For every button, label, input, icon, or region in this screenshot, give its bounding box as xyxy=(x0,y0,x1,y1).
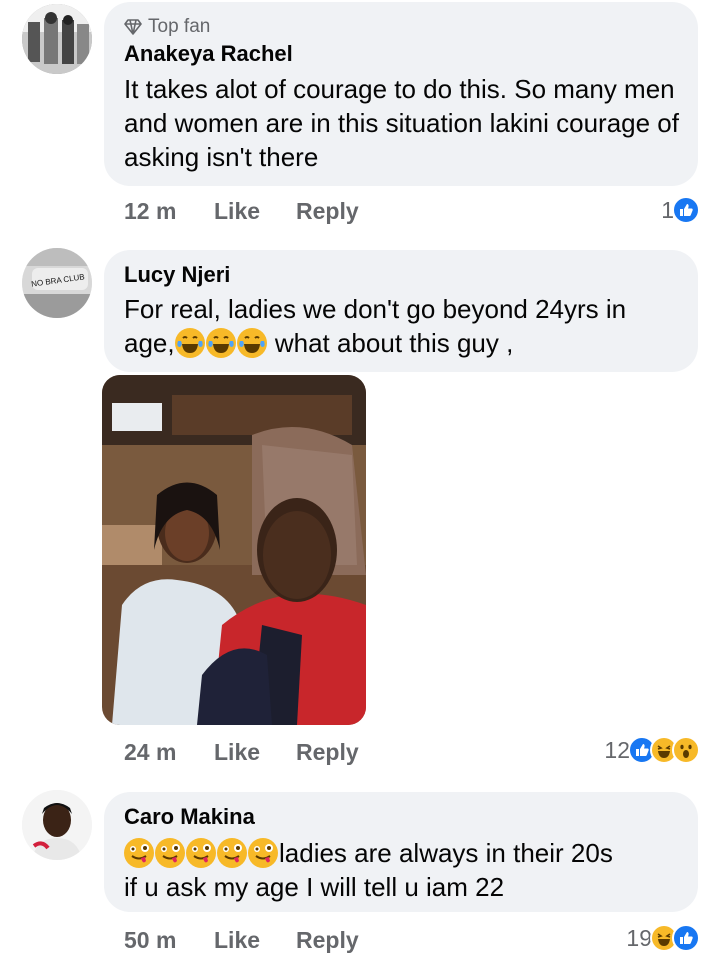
comment-timestamp[interactable]: 24 m xyxy=(124,739,214,766)
comment-text: For real, ladies we don't go beyond 24yr… xyxy=(124,292,680,360)
like-icon xyxy=(672,196,700,224)
like-button[interactable]: Like xyxy=(214,198,296,225)
avatar-caro-makina[interactable] xyxy=(22,790,92,860)
reply-button[interactable]: Reply xyxy=(296,198,359,225)
tears-of-joy-emoji-icon xyxy=(205,328,236,358)
comment-actions: 24 m Like Reply xyxy=(124,739,359,766)
comment-text-fragment: what about this guy , xyxy=(267,328,514,358)
wow-icon xyxy=(672,736,700,764)
reply-button[interactable]: Reply xyxy=(296,927,359,953)
top-fan-label: Top fan xyxy=(148,16,211,37)
reaction-summary[interactable]: 19 xyxy=(626,924,700,952)
reaction-summary[interactable]: 12 xyxy=(604,736,700,764)
comment-actions: 50 m Like Reply xyxy=(124,927,359,953)
comment-bubble: Lucy Njeri For real, ladies we don't go … xyxy=(104,250,698,372)
reaction-count: 19 xyxy=(626,924,652,951)
comment-author[interactable]: Lucy Njeri xyxy=(124,262,230,288)
reaction-count: 12 xyxy=(604,736,630,763)
diamond-icon xyxy=(124,19,142,35)
comment-text-line: ladies are always in their 20s xyxy=(124,836,680,870)
comment-text: It takes alot of courage to do this. So … xyxy=(124,74,679,172)
comment-text-fragment: ladies are always in their 20s xyxy=(279,838,613,868)
comment-author[interactable]: Caro Makina xyxy=(124,804,255,830)
photo-image xyxy=(102,375,366,725)
avatar-photo: NO BRA CLUB xyxy=(22,248,92,318)
zany-face-emoji-icon xyxy=(217,838,247,868)
comment-author[interactable]: Anakeya Rachel xyxy=(124,41,293,67)
zany-face-emoji-icon xyxy=(155,838,185,868)
comment-text: ladies are always in their 20s if u ask … xyxy=(124,836,680,904)
comment-actions: 12 m Like Reply xyxy=(124,198,359,225)
avatar-anakeya-rachel[interactable] xyxy=(22,4,92,74)
like-button[interactable]: Like xyxy=(214,739,296,766)
comment-bubble: Top fan Anakeya Rachel It takes alot of … xyxy=(104,2,698,186)
reaction-summary[interactable]: 1 xyxy=(661,196,700,224)
avatar-photo xyxy=(22,4,92,74)
comment-text-line: age, what about this guy , xyxy=(124,326,680,360)
avatar-lucy-njeri[interactable]: NO BRA CLUB xyxy=(22,248,92,318)
tears-of-joy-emoji-icon xyxy=(236,328,267,358)
avatar-photo xyxy=(22,790,92,860)
reply-button[interactable]: Reply xyxy=(296,739,359,766)
zany-face-emoji-icon xyxy=(248,838,278,868)
top-fan-badge: Top fan xyxy=(124,16,210,38)
comment-text-line: For real, ladies we don't go beyond 24yr… xyxy=(124,294,627,324)
zany-face-emoji-icon xyxy=(186,838,216,868)
comment-timestamp[interactable]: 12 m xyxy=(124,198,214,225)
like-button[interactable]: Like xyxy=(214,927,296,953)
comment-bubble: Caro Makina ladies are always in their 2… xyxy=(104,792,698,912)
like-icon xyxy=(672,924,700,952)
tears-of-joy-emoji-icon xyxy=(174,328,205,358)
comment-text-line: if u ask my age I will tell u iam 22 xyxy=(124,872,505,902)
zany-face-emoji-icon xyxy=(124,838,154,868)
comment-timestamp[interactable]: 50 m xyxy=(124,927,214,953)
comment-text-fragment: age, xyxy=(124,328,175,358)
comment-attached-photo[interactable] xyxy=(102,375,366,725)
